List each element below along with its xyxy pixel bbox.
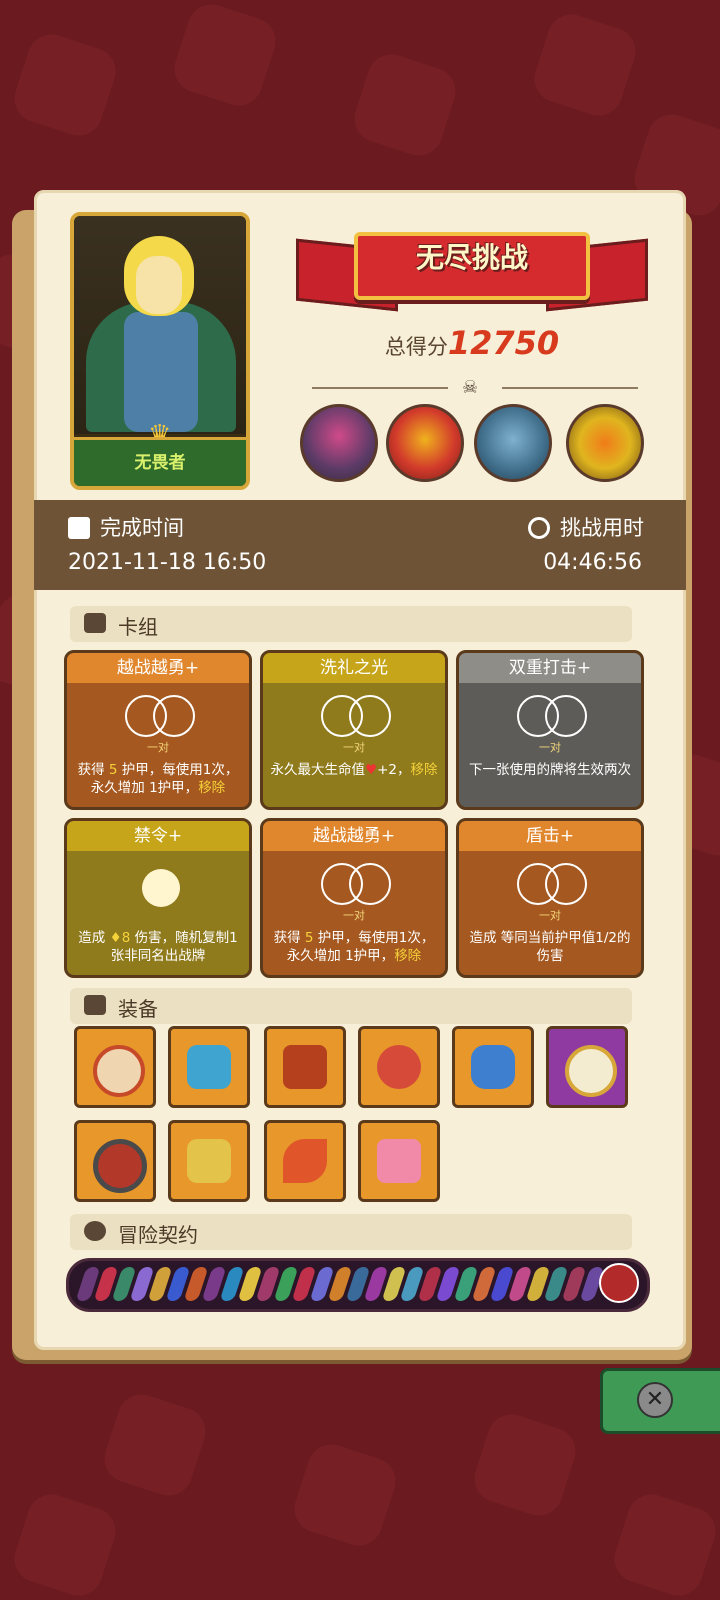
boss-portrait bbox=[386, 404, 464, 482]
card-keyword: 移除 bbox=[410, 762, 438, 778]
card-title: 双重打击+ bbox=[459, 653, 641, 683]
paw-icon bbox=[142, 869, 180, 907]
card-subtitle: 一对 bbox=[147, 741, 169, 754]
stopwatch-icon bbox=[528, 517, 550, 539]
mode-title: 无尽挑战 bbox=[415, 241, 528, 274]
card-keyword: 移除 bbox=[394, 948, 422, 964]
card[interactable]: 双重打击+ 一对 下一张使用的牌将生效两次 bbox=[456, 650, 644, 810]
lightning-icon: ♦ bbox=[109, 930, 122, 946]
card-text: 获得 bbox=[273, 930, 305, 946]
contract-label: 冒险契约 bbox=[118, 1223, 198, 1247]
contract-section-header: 冒险契约 bbox=[70, 1214, 632, 1250]
contract-strip[interactable] bbox=[66, 1258, 650, 1312]
card-subtitle: 一对 bbox=[343, 909, 365, 922]
film-icon bbox=[68, 517, 90, 539]
card-value: 5 bbox=[108, 762, 118, 778]
card-value: +2， bbox=[377, 762, 411, 778]
score-value: 12750 bbox=[447, 324, 560, 362]
equipment-item[interactable] bbox=[168, 1026, 250, 1108]
pair-icon bbox=[321, 695, 391, 737]
score-label: 总得分 bbox=[384, 335, 448, 359]
divider: ☠ bbox=[290, 377, 656, 398]
duration-label: 挑战用时 bbox=[560, 516, 644, 540]
boss-portrait bbox=[566, 404, 644, 482]
close-icon: ✕ bbox=[637, 1382, 673, 1418]
card[interactable]: 盾击+ 一对 造成 等同当前护甲值1/2的伤害 bbox=[456, 818, 644, 978]
equipment-item[interactable] bbox=[264, 1120, 346, 1202]
box-icon bbox=[84, 995, 106, 1015]
cards-icon bbox=[84, 613, 106, 633]
equipment-item[interactable] bbox=[452, 1026, 534, 1108]
equipment-item[interactable] bbox=[74, 1026, 156, 1108]
card[interactable]: 越战越勇+ 一对 获得 5 护甲，每使用1次，永久增加 1护甲，移除 bbox=[64, 650, 252, 810]
card[interactable]: 禁令+ 造成 ♦8 伤害，随机复制1张非同名出战牌 bbox=[64, 818, 252, 978]
character-name: 无畏者 bbox=[74, 437, 246, 486]
pair-icon bbox=[517, 695, 587, 737]
boss-portrait bbox=[474, 404, 552, 482]
card[interactable]: 越战越勇+ 一对 获得 5 护甲，每使用1次，永久增加 1护甲，移除 bbox=[260, 818, 448, 978]
equipment-item[interactable] bbox=[74, 1120, 156, 1202]
duration-value: 04:46:56 bbox=[543, 550, 642, 575]
time-info-bar: 完成时间 2021-11-18 16:50 挑战用时 04:46:56 bbox=[34, 500, 686, 590]
card-value: 5 bbox=[304, 930, 314, 946]
card-text: 造成 等同当前 bbox=[469, 930, 555, 946]
card-value: 8 bbox=[121, 930, 131, 946]
equipment-item[interactable] bbox=[358, 1026, 440, 1108]
equipment-section-header: 装备 bbox=[70, 988, 632, 1024]
card-title: 洗礼之光 bbox=[263, 653, 445, 683]
card-text: 永久最大生命值 bbox=[270, 762, 365, 778]
card-title: 禁令+ bbox=[67, 821, 249, 851]
card-text: 1护甲， bbox=[149, 780, 199, 796]
equipment-label: 装备 bbox=[118, 997, 158, 1021]
pair-icon bbox=[517, 863, 587, 905]
card-subtitle: 一对 bbox=[539, 741, 561, 754]
card-subtitle: 一对 bbox=[539, 909, 561, 922]
card[interactable]: 洗礼之光 一对 永久最大生命值♥+2，移除 bbox=[260, 650, 448, 810]
completion-time-value: 2021-11-18 16:50 bbox=[68, 550, 267, 575]
total-score: 总得分12750 bbox=[296, 324, 648, 362]
pair-icon bbox=[125, 695, 195, 737]
close-button[interactable]: ✕ bbox=[600, 1368, 720, 1434]
deck-section-header: 卡组 bbox=[70, 606, 632, 642]
card-text: 下一张使用的牌将生效两次 bbox=[469, 762, 631, 778]
heart-icon: ♥ bbox=[364, 762, 378, 778]
person-icon bbox=[84, 1221, 106, 1241]
mode-banner: 无尽挑战 bbox=[296, 222, 648, 312]
equipment-item[interactable] bbox=[264, 1026, 346, 1108]
boss-portrait bbox=[300, 404, 378, 482]
skull-icon: ☠ bbox=[462, 377, 479, 398]
card-text: 获得 bbox=[77, 762, 109, 778]
card-title: 盾击+ bbox=[459, 821, 641, 851]
pair-icon bbox=[321, 863, 391, 905]
card-title: 越战越勇+ bbox=[263, 821, 445, 851]
equipment-item[interactable] bbox=[358, 1120, 440, 1202]
deck-label: 卡组 bbox=[118, 615, 158, 639]
contract-boss-icon bbox=[599, 1263, 639, 1303]
card-subtitle: 一对 bbox=[343, 741, 365, 754]
equipment-item[interactable] bbox=[168, 1120, 250, 1202]
character-portrait: ♛ 无畏者 bbox=[70, 212, 250, 490]
equipment-item[interactable] bbox=[546, 1026, 628, 1108]
card-text: 造成 bbox=[78, 930, 110, 946]
card-text: 1护甲， bbox=[345, 948, 395, 964]
card-text: 伤害，随机复制1张非同名出战牌 bbox=[110, 930, 238, 964]
card-keyword: 移除 bbox=[198, 780, 226, 796]
card-title: 越战越勇+ bbox=[67, 653, 249, 683]
completion-time-label: 完成时间 bbox=[100, 516, 184, 540]
